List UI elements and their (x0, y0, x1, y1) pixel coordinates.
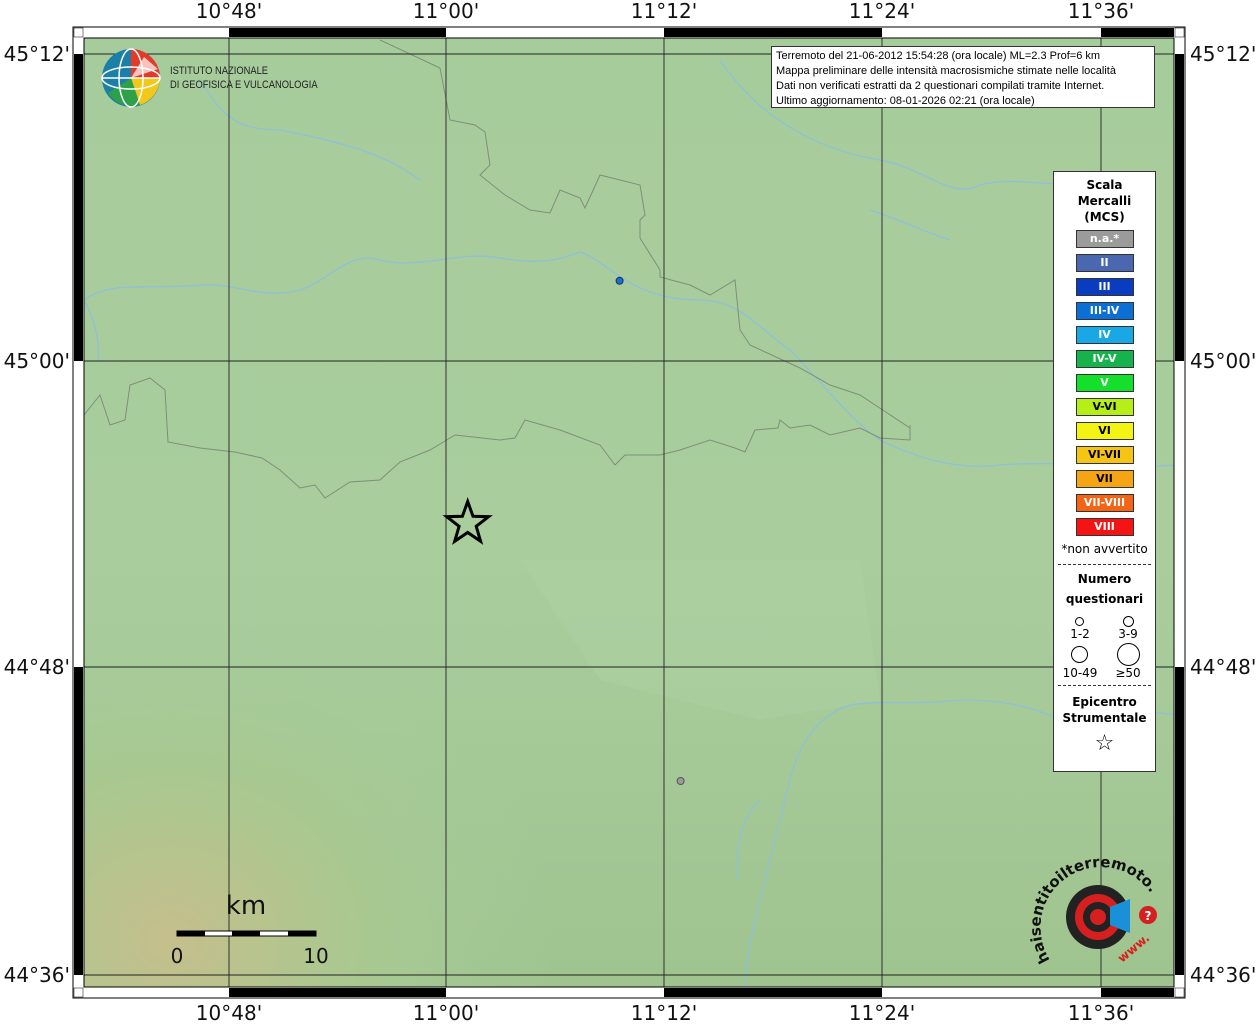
mcs-level-0: n.a.* (1075, 230, 1134, 248)
mcs-level-9: VI-VII (1075, 446, 1134, 464)
count-bin-label: 3-9 (1118, 627, 1138, 641)
intensity-point[interactable] (676, 777, 685, 785)
legend-title: Scala Mercalli (MCS) (1077, 178, 1132, 224)
mcs-level-5: IV-V (1075, 350, 1134, 368)
top-label: 11°00' (413, 0, 479, 23)
mcs-scale-list: n.a.* II III III-IV IV IV-V V V-VI VI VI-VII VII VI… (1054, 230, 1155, 536)
mcs-level-3: III-IV (1075, 302, 1134, 320)
circle-xlarge-icon (1117, 643, 1140, 666)
right-label: 44°48' (1190, 655, 1256, 679)
top-label: 11°36' (1068, 0, 1134, 23)
institute-name: ISTITUTO NAZIONALE DI GEOFISICA E VULCAN… (170, 65, 318, 91)
count-legend: 1-2 3-9 10-49 ≥50 (1054, 613, 1155, 680)
right-label: 45°12' (1190, 42, 1256, 66)
mcs-level-6: V (1075, 374, 1134, 392)
mcs-level-12: VIII (1075, 518, 1134, 536)
circle-medium-icon (1123, 616, 1134, 627)
mcs-level-1: II (1075, 254, 1134, 272)
info-line: Dati non verificati estratti da 2 questi… (776, 80, 1105, 92)
scale-min: 0 (171, 944, 184, 968)
left-label: 44°36' (4, 963, 70, 987)
epicenter-star-legend-icon: ☆ (1094, 731, 1115, 756)
hill-relief (84, 38, 1174, 987)
count-bin-label: 1-2 (1070, 627, 1090, 641)
mcs-level-4: IV (1075, 326, 1134, 344)
bottom-label: 11°24' (849, 1001, 915, 1024)
scale-max: 10 (303, 944, 328, 968)
left-axis-labels: 45°12' 45°00' 44°48' 44°36' (4, 42, 70, 987)
bottom-axis-labels: 10°48' 11°00' 11°12' 11°24' 11°36' (196, 1001, 1134, 1024)
hst-logo[interactable]: haisentitoilterremoto.it ? www. (1030, 855, 1170, 975)
count-bin-label: ≥50 (1115, 666, 1141, 680)
count-bin-label: 10-49 (1062, 666, 1098, 680)
ingv-logo: ISTITUTO NAZIONALE DI GEOFISICA E VULCAN… (100, 47, 340, 109)
scale-unit: km (226, 891, 266, 921)
bottom-label: 11°00' (413, 1001, 479, 1024)
left-label: 45°12' (4, 42, 70, 66)
top-label: 11°24' (849, 0, 915, 23)
left-label: 45°00' (4, 349, 70, 373)
info-line: Mappa preliminare delle intensità macros… (776, 65, 1116, 77)
top-label: 11°12' (631, 0, 697, 23)
epicenter-title: Epicentro Strumentale (1062, 695, 1147, 725)
mcs-level-10: VII (1075, 470, 1134, 488)
globe-icon (101, 48, 161, 108)
event-info-box: Terremoto del 21-06-2012 15:54:28 (ora l… (771, 46, 1155, 108)
circle-small-icon (1075, 617, 1084, 626)
legend-note: *non avvertito (1061, 542, 1148, 556)
circle-large-icon (1071, 646, 1088, 663)
right-label: 45°00' (1190, 349, 1256, 373)
right-label: 44°36' (1190, 963, 1256, 987)
right-axis-labels: 45°12' 45°00' 44°48' 44°36' (1190, 42, 1256, 987)
info-line: Terremoto del 21-06-2012 15:54:28 (ora l… (776, 50, 1101, 62)
left-label: 44°48' (4, 655, 70, 679)
mcs-level-11: VII-VIII (1075, 494, 1134, 512)
bottom-label: 10°48' (196, 1001, 262, 1024)
mcs-level-8: VI (1075, 422, 1134, 440)
svg-text:?: ? (1145, 909, 1152, 923)
legend-panel: Scala Mercalli (MCS) n.a.* II III III-IV IV I… (1053, 171, 1156, 772)
divider (1058, 564, 1151, 565)
info-line: Ultimo aggiornamento: 08-01-2026 02:21 (… (776, 95, 1035, 107)
intensity-point[interactable] (615, 276, 624, 285)
bottom-label: 11°12' (631, 1001, 697, 1024)
mcs-level-2: III (1075, 278, 1134, 296)
count-title: Numero questionari (1065, 572, 1144, 606)
mcs-level-7: V-VI (1075, 398, 1134, 416)
top-label: 10°48' (196, 0, 262, 23)
divider (1058, 685, 1151, 686)
bottom-label: 11°36' (1068, 1001, 1134, 1024)
top-axis-labels: 10°48' 11°00' 11°12' 11°24' 11°36' (196, 0, 1134, 23)
